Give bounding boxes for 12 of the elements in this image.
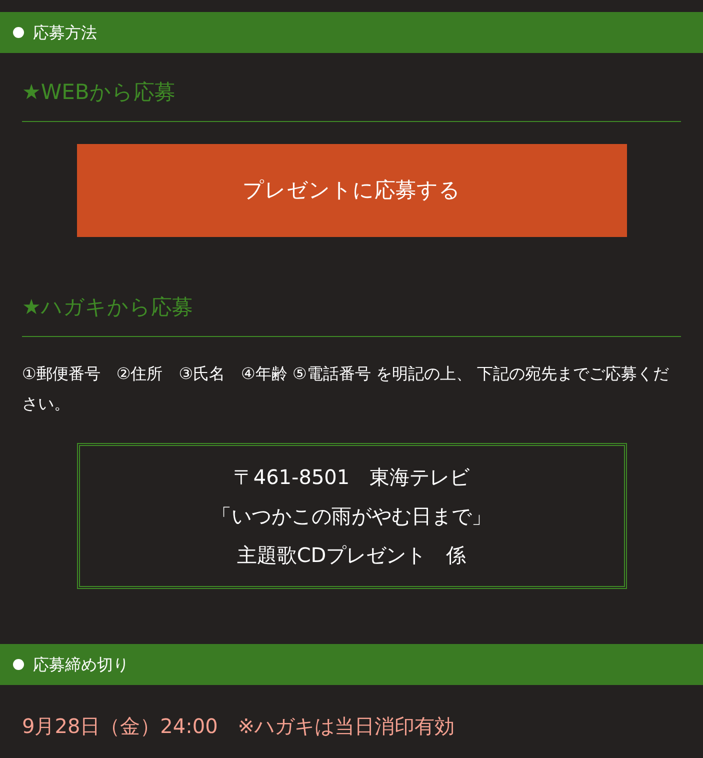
apply-button[interactable]: プレゼントに応募する bbox=[76, 144, 626, 237]
method-heading: ★ハガキから応募 bbox=[22, 292, 681, 337]
section-title: 応募方法 bbox=[33, 22, 97, 44]
method-heading: ★WEBから応募 bbox=[22, 77, 681, 122]
section-title: 応募締め切り bbox=[33, 654, 129, 676]
instructions-text: ①郵便番号 ②住所 ③氏名 ④年齢 ⑤電話番号 を明記の上、 下記の宛先までご応募ください。 bbox=[22, 363, 670, 415]
address-line: 「いつかこの雨がやむ日まで」 bbox=[212, 502, 492, 530]
bullet-icon bbox=[13, 27, 24, 38]
deadline-text: 9月28日（金）24:00 ※ハガキは当日消印有効 bbox=[21, 713, 456, 740]
address-line: 〒461-8501 東海テレビ bbox=[233, 464, 470, 490]
address-line: 主題歌CDプレゼント 係 bbox=[236, 542, 466, 568]
bullet-icon bbox=[13, 659, 24, 670]
